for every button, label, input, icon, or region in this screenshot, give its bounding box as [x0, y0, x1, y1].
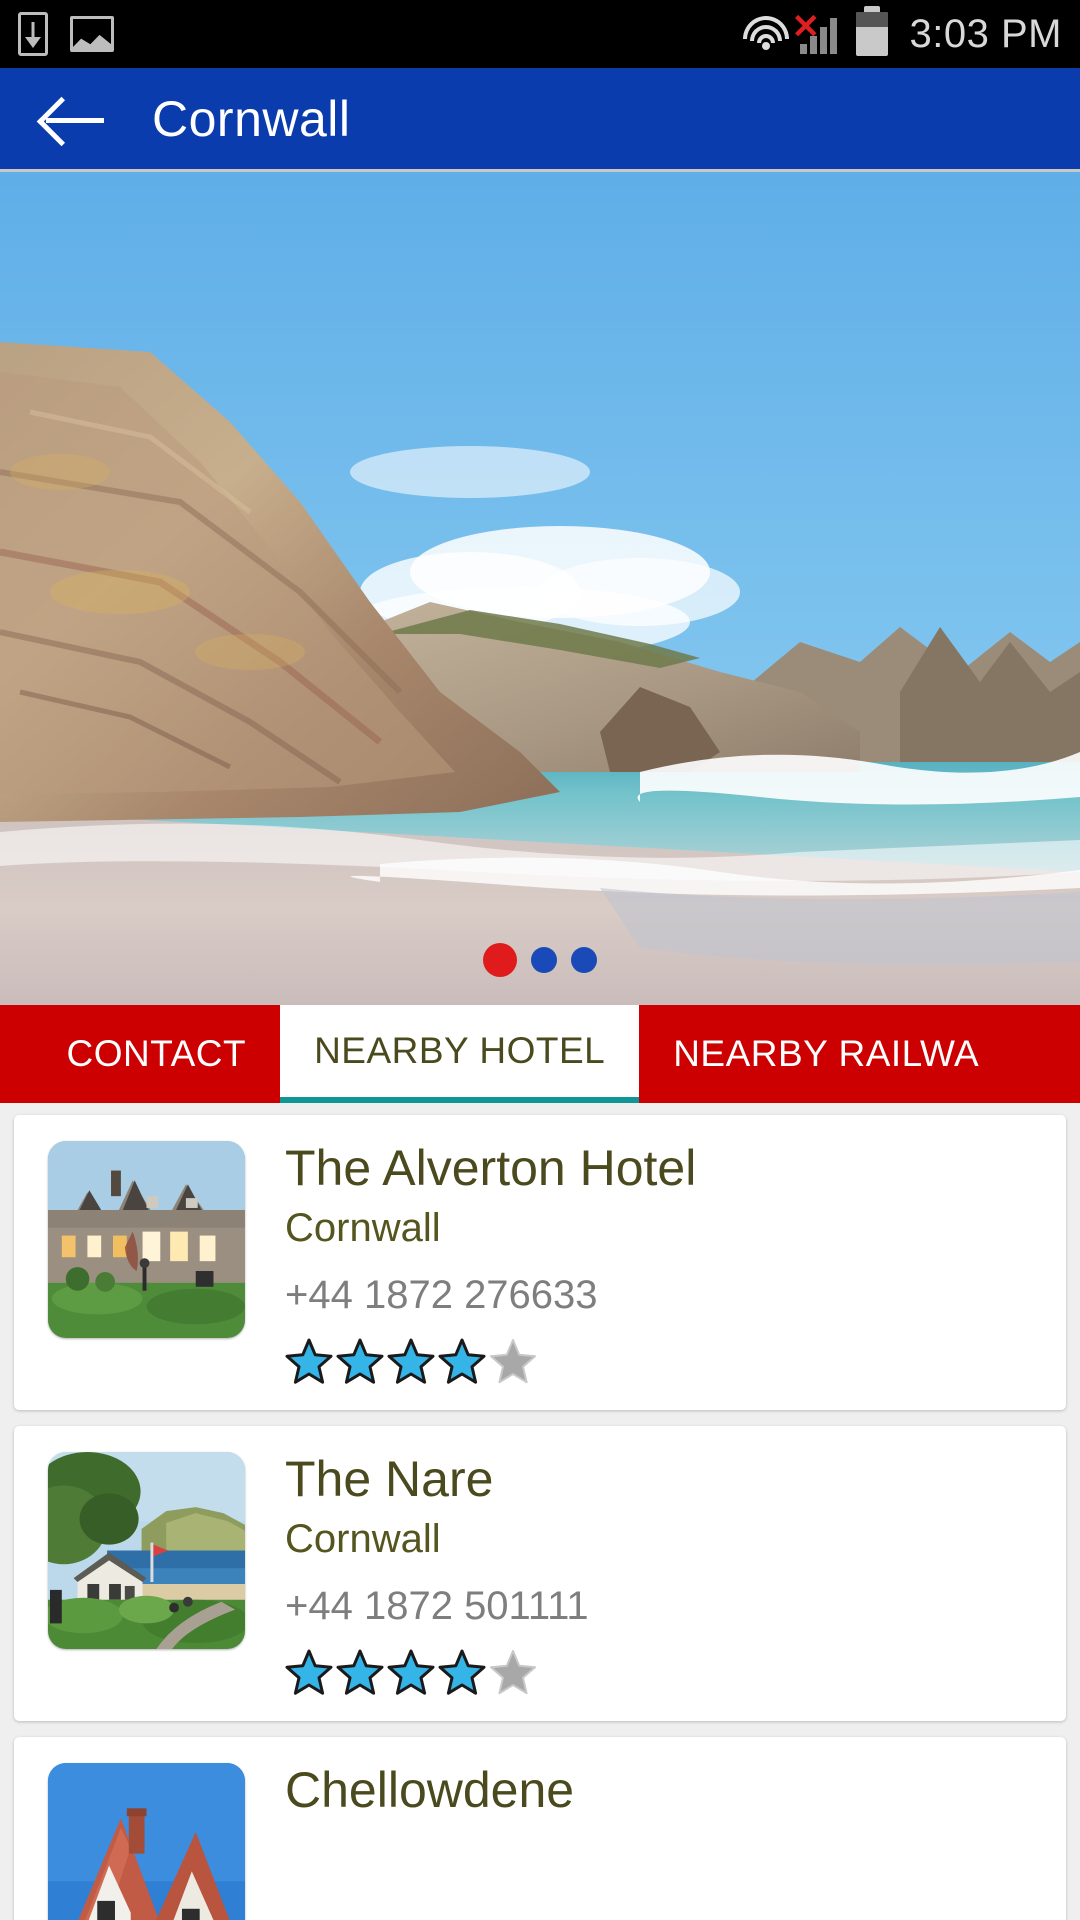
tab-nearby-hotel[interactable]: NEARBY HOTEL	[280, 1005, 640, 1103]
carousel-dots[interactable]	[0, 943, 1080, 977]
star-filled-icon	[387, 1338, 435, 1384]
tab-nearby-railway[interactable]: NEARBY RAILWA	[639, 1005, 1014, 1103]
hotel-info: The Nare Cornwall +44 1872 501111	[285, 1452, 1044, 1695]
hotel-thumbnail	[48, 1763, 245, 1920]
hotel-info: The Alverton Hotel Cornwall +44 1872 276…	[285, 1141, 1044, 1384]
list-item[interactable]: The Alverton Hotel Cornwall +44 1872 276…	[14, 1115, 1066, 1410]
battery-icon	[855, 6, 888, 56]
hotel-list[interactable]: The Alverton Hotel Cornwall +44 1872 276…	[0, 1103, 1080, 1920]
hotel-location: Cornwall	[285, 1517, 441, 1561]
star-filled-icon	[285, 1649, 333, 1695]
tab-contact-label: CONTACT	[66, 1033, 247, 1074]
tab-nearby-hotel-label: NEARBY HOTEL	[314, 1030, 606, 1071]
back-arrow-icon[interactable]	[40, 93, 106, 145]
hotel-info: Chellowdene	[285, 1763, 1044, 1840]
wifi-icon	[742, 14, 790, 54]
app-bar: Cornwall	[0, 68, 1080, 172]
hotel-name: Chellowdene	[285, 1763, 575, 1818]
list-item[interactable]: Chellowdene	[14, 1737, 1066, 1920]
rating-stars	[285, 1338, 1044, 1384]
tab-nearby-railway-label: NEARBY RAILWA	[673, 1033, 980, 1074]
status-bar: ✕ 3:03 PM	[0, 0, 1080, 68]
download-icon	[18, 12, 48, 56]
hotel-name: The Nare	[285, 1452, 494, 1507]
page-title: Cornwall	[152, 90, 351, 147]
hotel-location: Cornwall	[285, 1206, 441, 1250]
list-item[interactable]: The Nare Cornwall +44 1872 501111	[14, 1426, 1066, 1721]
hotel-name: The Alverton Hotel	[285, 1141, 697, 1196]
status-bar-clock: 3:03 PM	[909, 11, 1062, 56]
tab-home[interactable]: ME	[0, 1005, 33, 1103]
star-filled-icon	[387, 1649, 435, 1695]
star-empty-icon	[490, 1650, 536, 1695]
tab-bar[interactable]: ME CONTACT NEARBY HOTEL NEARBY RAILWA	[0, 1005, 1080, 1103]
carousel-dot-2[interactable]	[531, 947, 557, 973]
star-filled-icon	[438, 1649, 486, 1695]
signal-off-icon: ✕	[792, 10, 846, 54]
hotel-thumbnail	[48, 1452, 245, 1649]
hotel-phone[interactable]: +44 1872 276633	[285, 1273, 1044, 1318]
hotel-phone[interactable]: +44 1872 501111	[285, 1584, 1044, 1629]
hotel-thumbnail	[48, 1141, 245, 1338]
star-filled-icon	[336, 1649, 384, 1695]
carousel-dot-1[interactable]	[483, 943, 517, 977]
star-empty-icon	[490, 1339, 536, 1384]
star-filled-icon	[285, 1338, 333, 1384]
star-filled-icon	[336, 1338, 384, 1384]
app-screen: ✕ 3:03 PM Cornwall CONTACT NEARBY HOTEL …	[0, 0, 1080, 1920]
rating-stars	[285, 1649, 1044, 1695]
hero-image	[0, 172, 1080, 1005]
carousel-dot-3[interactable]	[571, 947, 597, 973]
star-filled-icon	[438, 1338, 486, 1384]
hero-image-carousel[interactable]	[0, 172, 1080, 1005]
tab-contact[interactable]: CONTACT	[32, 1005, 281, 1103]
photo-icon	[70, 16, 114, 52]
status-bar-right-icons: ✕ 3:03 PM	[742, 6, 1062, 57]
status-bar-left-icons	[18, 12, 114, 56]
